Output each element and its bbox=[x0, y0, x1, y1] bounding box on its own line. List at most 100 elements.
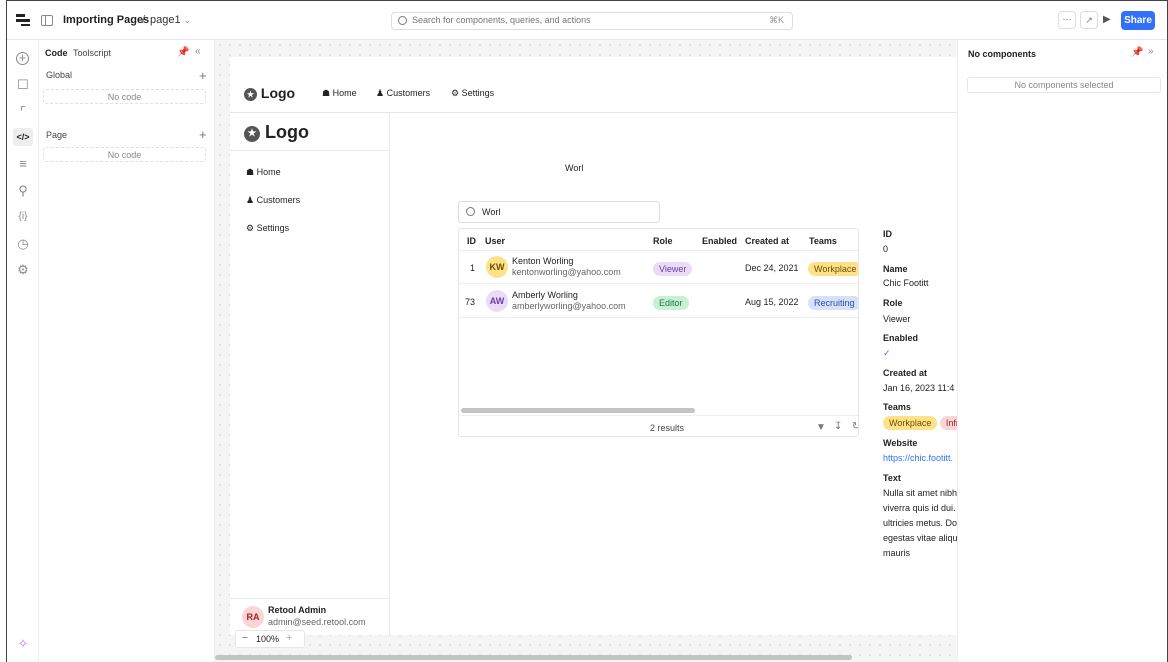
collapse-icon[interactable]: » bbox=[1148, 46, 1154, 57]
nav-settings[interactable]: ⚙ Settings bbox=[451, 88, 494, 99]
cell-role: Viewer bbox=[653, 261, 693, 276]
sidebar-item-settings[interactable]: ⚙ Settings bbox=[246, 223, 289, 234]
role-badge: Viewer bbox=[653, 262, 693, 276]
tab-code[interactable]: Code bbox=[45, 48, 68, 58]
page-name: page1 bbox=[150, 14, 181, 26]
more-button[interactable]: ··· bbox=[1058, 11, 1076, 29]
table-footer-divider bbox=[459, 415, 858, 416]
text-worl[interactable]: Worl bbox=[565, 163, 583, 173]
detail-website-label: Website bbox=[883, 438, 918, 448]
logo-star-icon: ★ bbox=[244, 126, 260, 142]
filter-icon[interactable]: ▼ bbox=[816, 422, 826, 433]
col-header-user[interactable]: User bbox=[485, 236, 505, 246]
sidebar-toggle-icon[interactable] bbox=[41, 15, 53, 26]
search-value: Worl bbox=[482, 207, 501, 217]
detail-name-label: Name bbox=[883, 264, 908, 274]
state-icon[interactable]: {i} bbox=[15, 209, 31, 225]
detail-enabled-label: Enabled bbox=[883, 333, 919, 343]
detail-created-label: Created at bbox=[883, 368, 928, 378]
row-avatar: KW bbox=[486, 256, 508, 278]
row-avatar: AW bbox=[486, 290, 508, 312]
list-icon[interactable]: ≡ bbox=[15, 156, 31, 172]
user-name: Retool Admin bbox=[268, 605, 327, 615]
add-component-icon[interactable]: + bbox=[16, 51, 29, 65]
global-section-label: Global bbox=[46, 70, 73, 80]
users-icon: ♟ bbox=[246, 195, 255, 205]
table-row[interactable]: 73 AW Amberly Worling amberlyworling@yah… bbox=[459, 285, 858, 318]
page-selector[interactable]: page1 ⌄ bbox=[150, 14, 191, 26]
sparkle-icon[interactable]: ✧ bbox=[15, 636, 31, 652]
detail-id-value: 0 bbox=[883, 244, 889, 254]
team-badge: Workplace bbox=[808, 262, 858, 276]
settings-icon[interactable]: ⚙ bbox=[15, 262, 31, 278]
pin-icon[interactable]: 📌 bbox=[177, 47, 189, 58]
search-icon[interactable]: ⚲ bbox=[15, 183, 31, 199]
table-row[interactable]: 1 KW Kenton Worling kentonworling@yahoo.… bbox=[459, 251, 858, 284]
results-count: 2 results bbox=[650, 423, 685, 433]
sidebar-item-home[interactable]: ☗ Home bbox=[246, 167, 281, 178]
zoom-level: 100% bbox=[256, 634, 280, 644]
cell-user-email: kentonworling@yahoo.com bbox=[512, 267, 621, 277]
table-search-input[interactable]: Worl bbox=[458, 201, 660, 223]
user-divider bbox=[230, 598, 389, 599]
project-name[interactable]: Importing Pages bbox=[63, 14, 149, 26]
zoom-in-button[interactable]: + bbox=[286, 632, 292, 644]
detail-id-label: ID bbox=[883, 229, 892, 239]
detail-text-line: egestas vitae aliqu bbox=[883, 533, 958, 543]
col-header-role[interactable]: Role bbox=[653, 236, 673, 246]
logo-star-icon: ★ bbox=[244, 88, 257, 101]
page-section-label: Page bbox=[46, 130, 68, 140]
col-header-enabled[interactable]: Enabled bbox=[702, 236, 737, 246]
tab-toolscript[interactable]: Toolscript bbox=[73, 48, 111, 58]
detail-text-label: Text bbox=[883, 473, 901, 483]
cell-user-name: Kenton Worling bbox=[512, 256, 574, 266]
sidebar-logo[interactable]: ★ Logo bbox=[244, 122, 309, 143]
code-panel: Code Toolscript 📌 « Global + No code Pag… bbox=[39, 40, 215, 662]
play-icon: ▶ bbox=[1103, 14, 1111, 25]
gear-icon: ⚙ bbox=[451, 88, 460, 98]
pages-icon[interactable]: ☐ bbox=[15, 77, 31, 93]
detail-website-link[interactable]: https://chic.footitt. bbox=[883, 453, 953, 463]
header-logo[interactable]: ★ Logo bbox=[244, 85, 295, 101]
no-components-box: No components selected bbox=[967, 77, 1161, 93]
nav-customers-label: Customers bbox=[386, 88, 431, 98]
cell-role: Editor bbox=[653, 295, 689, 310]
add-global-icon[interactable]: + bbox=[199, 68, 207, 83]
download-icon[interactable]: ↧ bbox=[834, 421, 842, 432]
component-tree-icon[interactable]: ⌜ bbox=[15, 104, 31, 120]
canvas-scrollbar[interactable] bbox=[215, 655, 852, 660]
nav-home[interactable]: ☗ Home bbox=[322, 88, 357, 99]
role-badge: Editor bbox=[653, 296, 689, 310]
detail-created-value: Jan 16, 2023 11:4 bbox=[883, 383, 955, 393]
cell-teams: Recruiting D bbox=[808, 295, 858, 310]
preview-button[interactable]: ▶ bbox=[1103, 14, 1111, 25]
collapse-icon[interactable]: « bbox=[195, 46, 201, 57]
refresh-icon[interactable]: ↻ bbox=[852, 421, 858, 432]
col-header-id[interactable]: ID bbox=[467, 236, 476, 246]
retool-logo-icon[interactable] bbox=[16, 14, 30, 26]
share-button[interactable]: Share bbox=[1121, 11, 1155, 30]
top-bar: Importing Pages / page1 ⌄ Search for com… bbox=[7, 0, 1167, 40]
ellipsis-icon: ··· bbox=[1062, 14, 1072, 24]
app-sidebar: ★ Logo ☗ Home ♟ Customers ⚙ Settings RA … bbox=[230, 113, 390, 635]
page-no-code: No code bbox=[43, 147, 206, 162]
detail-role-value: Viewer bbox=[883, 314, 911, 324]
nav-customers[interactable]: ♟ Customers bbox=[376, 88, 430, 99]
code-icon[interactable]: </> bbox=[13, 128, 33, 146]
zoom-out-button[interactable]: − bbox=[242, 633, 248, 644]
expand-button[interactable]: ↗ bbox=[1080, 11, 1098, 29]
sidebar-item-customers[interactable]: ♟ Customers bbox=[246, 195, 300, 206]
app-frame: ★ Logo ☗ Home ♟ Customers ⚙ Settings ★ L… bbox=[230, 57, 963, 635]
pin-icon[interactable]: 📌 bbox=[1131, 47, 1143, 58]
detail-role-label: Role bbox=[883, 298, 903, 308]
add-page-code-icon[interactable]: + bbox=[199, 127, 207, 142]
history-icon[interactable]: ◷ bbox=[15, 236, 31, 252]
detail-panel: ID 0 Name Chic Footitt Role Viewer Enabl… bbox=[883, 228, 963, 558]
col-header-teams[interactable]: Teams bbox=[809, 236, 837, 246]
search-input[interactable]: Search for components, queries, and acti… bbox=[391, 12, 793, 30]
nav-home-label: Home bbox=[332, 88, 357, 98]
cell-id: 73 bbox=[465, 297, 476, 307]
horizontal-scrollbar[interactable] bbox=[461, 408, 695, 413]
user-avatar[interactable]: RA bbox=[242, 606, 264, 628]
col-header-created[interactable]: Created at bbox=[745, 236, 789, 246]
